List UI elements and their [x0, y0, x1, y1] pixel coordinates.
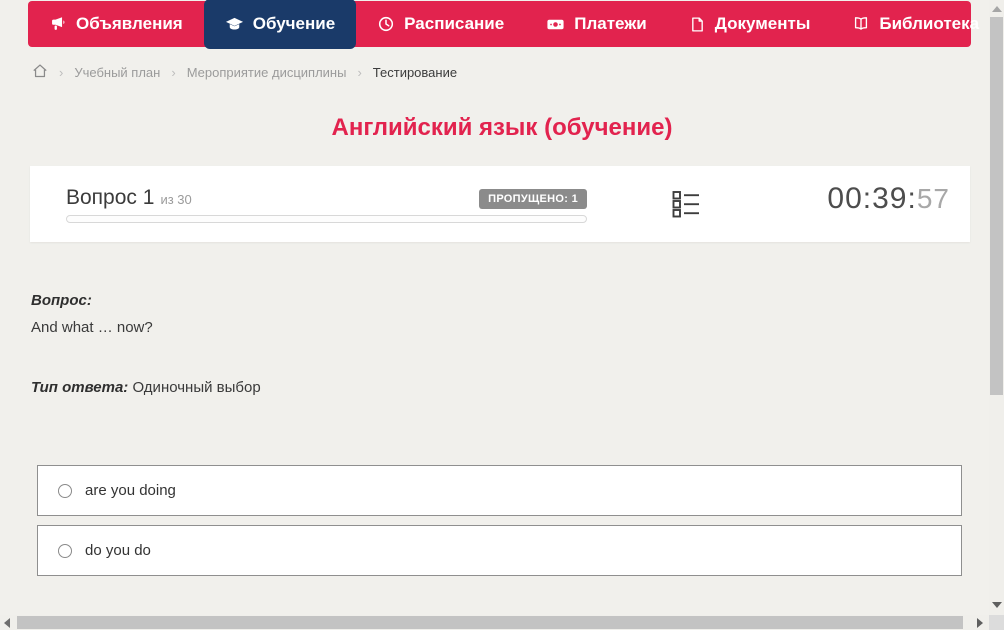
scrollbar-corner [989, 615, 1004, 630]
nav-item-library[interactable]: Библиотека [831, 1, 1004, 47]
vertical-scrollbar[interactable] [989, 0, 1004, 615]
clock-icon [377, 15, 395, 33]
scroll-left-arrow-icon[interactable] [4, 618, 10, 628]
main-navbar: Объявления Обучение Расписание Платежи Д… [28, 1, 971, 47]
answer-option-label: are you doing [85, 482, 176, 499]
nav-label: Объявления [76, 14, 183, 34]
nav-label: Библиотека [879, 14, 979, 34]
question-prompt-text: And what … now? [31, 318, 261, 338]
breadcrumb-separator-icon: › [171, 65, 175, 80]
question-body: Вопрос: And what … now? Тип ответа: Один… [31, 291, 261, 398]
test-progress-bar [66, 215, 587, 223]
scroll-up-arrow-icon[interactable] [992, 6, 1002, 12]
answer-type-label: Тип ответа: [31, 379, 128, 396]
graduation-cap-icon [225, 15, 244, 34]
skipped-status-badge: ПРОПУЩЕНО: 1 [479, 189, 587, 209]
nav-item-announcements[interactable]: Объявления [28, 1, 204, 47]
horizontal-scrollbar-thumb[interactable] [17, 616, 963, 629]
nav-item-learning[interactable]: Обучение [204, 0, 356, 49]
question-list-icon [672, 190, 700, 218]
radio-button[interactable] [58, 484, 72, 498]
breadcrumb-separator-icon: › [357, 65, 361, 80]
nav-label: Обучение [253, 14, 335, 34]
radio-button[interactable] [58, 544, 72, 558]
question-number-label: Вопрос 1 [66, 186, 154, 209]
question-number: Вопрос 1 из 30 [66, 186, 192, 210]
question-header-card: Вопрос 1 из 30 ПРОПУЩЕНО: 1 00:39:57 [30, 166, 970, 242]
answer-option-1[interactable]: are you doing [37, 465, 962, 516]
timer-seconds: 57 [917, 183, 950, 214]
breadcrumb: › Учебный план › Мероприятие дисциплины … [32, 63, 457, 82]
timer-hours-minutes: 00:39: [827, 182, 916, 215]
answer-type-row: Тип ответа: Одиночный выбор [31, 378, 261, 398]
vertical-scrollbar-thumb[interactable] [990, 17, 1003, 395]
banknote-icon [546, 15, 565, 34]
breadcrumb-discipline-event[interactable]: Мероприятие дисциплины [187, 65, 347, 80]
question-total-label: из 30 [160, 192, 191, 207]
answer-type-value: Одиночный выбор [132, 379, 260, 396]
page-title: Английский язык (обучение) [0, 114, 1004, 142]
nav-item-payments[interactable]: Платежи [525, 1, 668, 47]
scroll-down-arrow-icon[interactable] [992, 602, 1002, 608]
nav-item-schedule[interactable]: Расписание [356, 1, 525, 47]
question-list-button[interactable] [671, 190, 701, 220]
nav-label: Документы [715, 14, 811, 34]
megaphone-icon [49, 15, 67, 33]
home-icon[interactable] [32, 63, 48, 82]
countdown-timer: 00:39:57 [827, 182, 950, 216]
open-book-icon [852, 15, 870, 33]
question-number-row: Вопрос 1 из 30 ПРОПУЩЕНО: 1 [66, 186, 587, 210]
scroll-right-arrow-icon[interactable] [977, 618, 983, 628]
question-prompt-label: Вопрос: [31, 291, 261, 311]
horizontal-scrollbar[interactable] [0, 615, 989, 630]
breadcrumb-testing-current: Тестирование [373, 65, 457, 80]
answer-option-2[interactable]: do you do [37, 525, 962, 576]
nav-item-documents[interactable]: Документы [668, 1, 832, 47]
answer-option-label: do you do [85, 542, 151, 559]
nav-label: Расписание [404, 14, 504, 34]
breadcrumb-curriculum[interactable]: Учебный план [74, 65, 160, 80]
breadcrumb-separator-icon: › [59, 65, 63, 80]
nav-label: Платежи [574, 14, 647, 34]
document-icon [689, 16, 706, 33]
